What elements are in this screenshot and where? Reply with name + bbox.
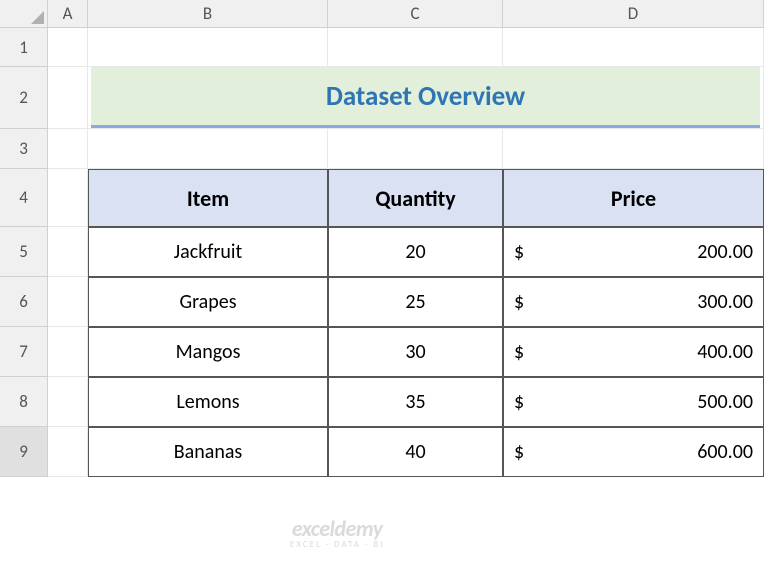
price-value: 300.00 [697,290,753,314]
row-head-9[interactable]: 9 [0,427,48,477]
col-head-b[interactable]: B [88,0,328,28]
title-merged-cell[interactable]: Dataset Overview [88,67,764,129]
item-3[interactable]: Lemons [88,377,328,427]
col-head-c[interactable]: C [328,0,503,28]
cell-c3[interactable] [328,129,503,169]
currency-symbol: $ [514,290,524,314]
watermark-line2: EXCEL · DATA · BI [290,540,384,549]
cell-a9[interactable] [48,427,88,477]
price-4[interactable]: $ 600.00 [503,427,764,477]
cell-a2[interactable] [48,67,88,129]
currency-symbol: $ [514,340,524,364]
cell-d3[interactable] [503,129,764,169]
spreadsheet-grid: A B C D 1 2 Dataset Overview 3 4 Item Qu… [0,0,767,477]
currency-symbol: $ [514,240,524,264]
cell-a4[interactable] [48,169,88,227]
row-head-2[interactable]: 2 [0,67,48,129]
cell-c1[interactable] [328,28,503,67]
price-1[interactable]: $ 300.00 [503,277,764,327]
item-2[interactable]: Mangos [88,327,328,377]
price-0[interactable]: $ 200.00 [503,227,764,277]
row-head-3[interactable]: 3 [0,129,48,169]
quantity-0[interactable]: 20 [328,227,503,277]
quantity-2[interactable]: 30 [328,327,503,377]
price-value: 500.00 [697,390,753,414]
price-2[interactable]: $ 400.00 [503,327,764,377]
select-all-corner[interactable] [0,0,48,28]
row-head-8[interactable]: 8 [0,377,48,427]
watermark-line1: exceldemy [290,518,384,540]
page-title: Dataset Overview [91,67,760,128]
item-1[interactable]: Grapes [88,277,328,327]
quantity-1[interactable]: 25 [328,277,503,327]
currency-symbol: $ [514,440,524,464]
quantity-4[interactable]: 40 [328,427,503,477]
cell-a8[interactable] [48,377,88,427]
cell-b1[interactable] [88,28,328,67]
currency-symbol: $ [514,390,524,414]
price-value: 200.00 [697,240,753,264]
col-head-a[interactable]: A [48,0,88,28]
cell-a7[interactable] [48,327,88,377]
header-item[interactable]: Item [88,169,328,227]
row-head-4[interactable]: 4 [0,169,48,227]
header-quantity[interactable]: Quantity [328,169,503,227]
cell-a5[interactable] [48,227,88,277]
item-0[interactable]: Jackfruit [88,227,328,277]
price-value: 400.00 [697,340,753,364]
watermark: exceldemy EXCEL · DATA · BI [290,518,384,549]
row-head-7[interactable]: 7 [0,327,48,377]
row-head-5[interactable]: 5 [0,227,48,277]
header-price[interactable]: Price [503,169,764,227]
cell-a1[interactable] [48,28,88,67]
price-value: 600.00 [697,440,753,464]
col-head-d[interactable]: D [503,0,764,28]
cell-d1[interactable] [503,28,764,67]
row-head-6[interactable]: 6 [0,277,48,327]
item-4[interactable]: Bananas [88,427,328,477]
row-head-1[interactable]: 1 [0,28,48,67]
cell-a6[interactable] [48,277,88,327]
cell-b3[interactable] [88,129,328,169]
cell-a3[interactable] [48,129,88,169]
quantity-3[interactable]: 35 [328,377,503,427]
price-3[interactable]: $ 500.00 [503,377,764,427]
